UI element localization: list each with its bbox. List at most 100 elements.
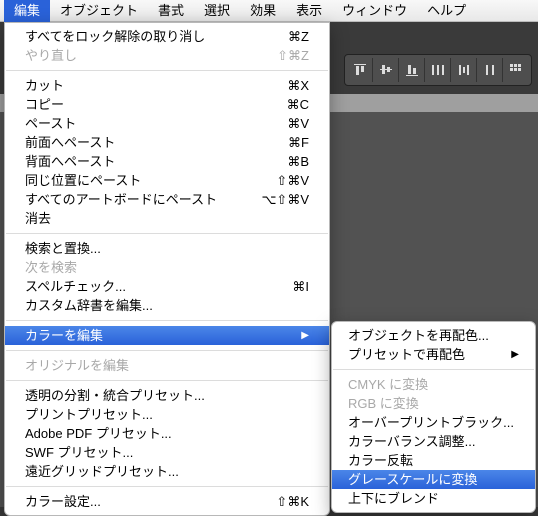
- edit-menu-item-shortcut: ⌥⇧⌘V: [261, 190, 309, 209]
- edit-menu-item-label: ペースト: [25, 114, 76, 133]
- edit-menu-dropdown: すべてをロック解除の取り消し⌘Zやり直し⇧⌘Zカット⌘Xコピー⌘Cペースト⌘V前…: [4, 22, 330, 516]
- edit-menu-item-label: コピー: [25, 95, 64, 114]
- menubar-item-view[interactable]: 表示: [286, 0, 332, 22]
- edit-menu-item-label: オリジナルを編集: [25, 356, 129, 375]
- edit-menu-item-label: スペルチェック...: [25, 277, 126, 296]
- edit-menu-item-shortcut: ⇧⌘V: [276, 171, 309, 190]
- edit-menu-item-shortcut: ⌘C: [287, 95, 309, 114]
- edit-menu-item[interactable]: 同じ位置にペースト ⇧⌘V: [5, 171, 329, 190]
- edit-menu-item-label: 消去: [25, 209, 51, 228]
- color-submenu-item-label: プリセットで再配色: [348, 345, 465, 364]
- edit-menu-separator: [6, 350, 328, 351]
- submenu-arrow-icon: ▶: [301, 326, 309, 345]
- edit-menu-item-shortcut: ⌘B: [287, 152, 309, 171]
- edit-menu-separator: [6, 380, 328, 381]
- color-submenu-item-label: カラーバランス調整...: [348, 432, 475, 451]
- color-submenu-item-label: カラー反転: [348, 451, 413, 470]
- align-vcenter-icon[interactable]: [373, 58, 399, 82]
- edit-menu-item[interactable]: カスタム辞書を編集...: [5, 296, 329, 315]
- edit-menu-item-label: 背面へペースト: [25, 152, 115, 171]
- grid-options-icon[interactable]: [503, 58, 529, 82]
- align-bottom-icon[interactable]: [399, 58, 425, 82]
- edit-menu-item-shortcut: ⌘F: [288, 133, 309, 152]
- edit-menu-item[interactable]: 背面へペースト ⌘B: [5, 152, 329, 171]
- edit-menu-item-label: プリントプリセット...: [25, 405, 153, 424]
- edit-menu-item: やり直し⇧⌘Z: [5, 46, 329, 65]
- edit-menu-item-shortcut: ⌘X: [287, 76, 309, 95]
- edit-menu-item-label: カット: [25, 76, 64, 95]
- edit-menu-item-label: 検索と置換...: [25, 239, 101, 258]
- menubar-item-effect[interactable]: 効果: [240, 0, 286, 22]
- edit-menu-separator: [6, 320, 328, 321]
- edit-menu-item[interactable]: カラーを編集 ▶: [5, 326, 329, 345]
- menubar-item-type[interactable]: 書式: [148, 0, 194, 22]
- color-submenu-item[interactable]: プリセットで再配色 ▶: [332, 345, 535, 364]
- edit-menu-item-label: カスタム辞書を編集...: [25, 296, 153, 315]
- distribute-h-icon[interactable]: [425, 58, 451, 82]
- align-toolbar: [344, 54, 532, 86]
- distribute-v-icon[interactable]: [477, 58, 503, 82]
- color-submenu-item-label: オブジェクトを再配色...: [348, 326, 489, 345]
- menubar-item-window[interactable]: ウィンドウ: [332, 0, 417, 22]
- edit-menu-item[interactable]: ペースト ⌘V: [5, 114, 329, 133]
- edit-menu-separator: [6, 486, 328, 487]
- edit-menu-item[interactable]: カット ⌘X: [5, 76, 329, 95]
- edit-menu-item-label: 透明の分割・統合プリセット...: [25, 386, 205, 405]
- edit-menu-item[interactable]: 消去: [5, 209, 329, 228]
- color-submenu-item[interactable]: 上下にブレンド: [332, 489, 535, 508]
- edit-color-submenu: オブジェクトを再配色...プリセットで再配色 ▶ CMYK に変換RGB に変換オー…: [331, 321, 536, 513]
- edit-menu-item-label: カラーを編集: [25, 326, 103, 345]
- edit-menu-item[interactable]: コピー ⌘C: [5, 95, 329, 114]
- edit-menu-item-label: 同じ位置にペースト: [25, 171, 141, 190]
- color-submenu-item[interactable]: グレースケールに変換: [332, 470, 535, 489]
- color-submenu-item-label: グレースケールに変換: [348, 470, 477, 489]
- edit-menu-item-shortcut: ⌘Z: [288, 27, 309, 46]
- edit-menu-item[interactable]: 検索と置換...: [5, 239, 329, 258]
- color-submenu-item-label: CMYK に変換: [348, 375, 428, 394]
- color-submenu-item[interactable]: オーバープリントブラック...: [332, 413, 535, 432]
- edit-menu-item-label: 次を検索: [25, 258, 77, 277]
- menubar-item-edit[interactable]: 編集: [4, 0, 50, 22]
- menubar-item-help[interactable]: ヘルプ: [417, 0, 476, 22]
- edit-menu-item-label: 前面へペースト: [25, 133, 115, 152]
- edit-menu-item[interactable]: 前面へペースト ⌘F: [5, 133, 329, 152]
- edit-menu-item-shortcut: ⇧⌘K: [276, 492, 309, 511]
- submenu-arrow-icon: ▶: [511, 345, 519, 364]
- edit-menu-item[interactable]: 透明の分割・統合プリセット...: [5, 386, 329, 405]
- color-submenu-item[interactable]: カラーバランス調整...: [332, 432, 535, 451]
- edit-menu-item-shortcut: ⌘V: [287, 114, 309, 133]
- edit-menu-item-label: Adobe PDF プリセット...: [25, 424, 172, 443]
- color-submenu-item-label: オーバープリントブラック...: [348, 413, 514, 432]
- menubar: 編集 オブジェクト 書式 選択 効果 表示 ウィンドウ ヘルプ: [0, 0, 538, 22]
- edit-menu-item-shortcut: ⌘I: [292, 277, 309, 296]
- edit-menu-item[interactable]: Adobe PDF プリセット...: [5, 424, 329, 443]
- color-submenu-item-label: RGB に変換: [348, 394, 419, 413]
- edit-menu-item-label: 遠近グリッドプリセット...: [25, 462, 179, 481]
- edit-menu-separator: [6, 70, 328, 71]
- edit-menu-item[interactable]: スペルチェック... ⌘I: [5, 277, 329, 296]
- color-submenu-separator: [333, 369, 534, 370]
- edit-menu-item[interactable]: 遠近グリッドプリセット...: [5, 462, 329, 481]
- color-submenu-item[interactable]: カラー反転: [332, 451, 535, 470]
- color-submenu-item: CMYK に変換: [332, 375, 535, 394]
- edit-menu-item[interactable]: カラー設定... ⇧⌘K: [5, 492, 329, 511]
- edit-menu-item: オリジナルを編集: [5, 356, 329, 375]
- edit-menu-item[interactable]: すべてをロック解除の取り消し ⌘Z: [5, 27, 329, 46]
- edit-menu-item: 次を検索: [5, 258, 329, 277]
- align-top-icon[interactable]: [347, 58, 373, 82]
- edit-menu-item-label: カラー設定...: [25, 492, 101, 511]
- edit-menu-item[interactable]: SWF プリセット...: [5, 443, 329, 462]
- edit-menu-item[interactable]: すべてのアートボードにペースト ⌥⇧⌘V: [5, 190, 329, 209]
- color-submenu-item-label: 上下にブレンド: [348, 489, 439, 508]
- edit-menu-item-label: すべてのアートボードにペースト: [25, 190, 217, 209]
- color-submenu-item[interactable]: オブジェクトを再配色...: [332, 326, 535, 345]
- menubar-item-select[interactable]: 選択: [194, 0, 240, 22]
- edit-menu-item-label: すべてをロック解除の取り消し: [25, 27, 205, 46]
- edit-menu-item-label: SWF プリセット...: [25, 443, 133, 462]
- menubar-item-object[interactable]: オブジェクト: [50, 0, 148, 22]
- edit-menu-item[interactable]: プリントプリセット...: [5, 405, 329, 424]
- distribute-hc-icon[interactable]: [451, 58, 477, 82]
- edit-menu-separator: [6, 233, 328, 234]
- color-submenu-item: RGB に変換: [332, 394, 535, 413]
- edit-menu-item-label: やり直し: [25, 46, 77, 65]
